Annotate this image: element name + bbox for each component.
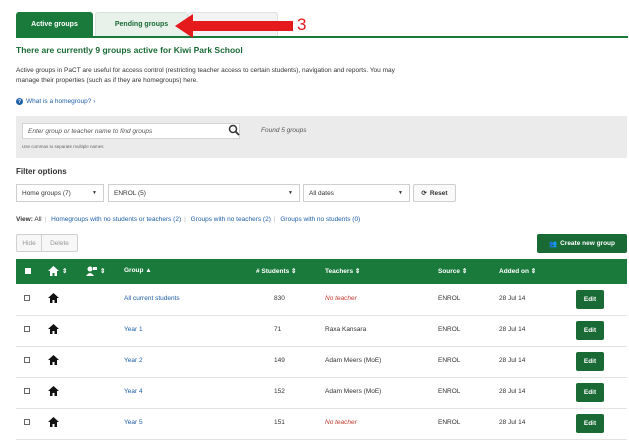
view-no-students-link[interactable]: Groups with no students (0) [280,216,360,223]
chevron-down-icon: ▼ [92,190,97,196]
search-icon[interactable] [228,124,240,136]
annotation-step-number: 3 [297,15,307,34]
home-icon [48,355,59,365]
group-column-header[interactable]: Group ▲ [124,267,152,274]
view-filter-links: View: All | Homegroups with no students o… [16,216,361,223]
student-count: 71 [274,326,282,333]
source-value: ENROL [438,326,461,333]
search-hint: Use commas to separate multiple names [22,144,104,149]
group-name-link[interactable]: Year 5 [124,419,143,426]
added-on-value: 28 Jul 14 [499,326,526,333]
home-icon [48,417,59,427]
teacher-name: Raxa Kansara [325,326,367,333]
table-row: Year 4 152 Adam Meers (MoE) ENROL 28 Jul… [16,377,627,409]
hide-button[interactable]: Hide [16,234,42,252]
select-all-checkbox[interactable] [25,268,31,274]
source-select[interactable]: ENROL (5) ▼ [108,184,300,202]
add-group-icon: 👥 [549,240,558,248]
home-icon [48,386,59,396]
source-value: ENROL (5) [114,189,146,197]
view-label: View: [16,216,33,223]
edit-button[interactable]: Edit [576,321,604,340]
row-checkbox[interactable] [24,295,30,301]
annotation-arrow-icon [175,14,293,38]
search-result-count: Found 5 groups [261,127,307,134]
group-search-input[interactable]: Enter group or teacher name to find grou… [22,123,240,139]
teacher-icon[interactable] [86,266,97,276]
reset-label: Reset [429,189,448,197]
edit-button[interactable]: Edit [576,290,604,309]
row-checkbox[interactable] [24,357,30,363]
group-type-value: Home groups (7) [22,189,71,197]
table-row: Year 2 149 Adam Meers (MoE) ENROL 28 Jul… [16,346,627,378]
date-value: All dates [309,189,334,197]
added-on-value: 28 Jul 14 [499,388,526,395]
teacher-sort-icon[interactable]: ⇕ [100,267,105,275]
teachers-column-header[interactable]: Teachers ⇕ [325,267,360,275]
group-name-link[interactable]: All current students [124,295,180,302]
source-value: ENROL [438,388,461,395]
student-count: 149 [274,357,285,364]
student-count: 152 [274,388,285,395]
table-header: ⇕ ⇕ Group ▲ # Students ⇕ Teachers ⇕ Sour… [16,259,627,284]
student-count: 151 [274,419,285,426]
home-sort-icon[interactable]: ⇕ [62,267,67,275]
source-value: ENROL [438,295,461,302]
tab-underline [16,36,628,38]
row-checkbox[interactable] [24,326,30,332]
filter-options-title: Filter options [16,167,67,176]
reset-icon: ⟳ [421,190,427,197]
reset-button[interactable]: ⟳ Reset [413,184,456,202]
create-new-group-button[interactable]: 👥 Create new group [537,234,627,253]
group-type-select[interactable]: Home groups (7) ▼ [16,184,104,202]
create-label: Create new group [560,240,615,247]
added-on-column-header[interactable]: Added on ⇕ [499,267,536,275]
source-column-header[interactable]: Source ⇕ [438,267,467,275]
delete-button[interactable]: Delete [42,234,78,252]
students-column-header[interactable]: # Students ⇕ [256,267,296,275]
teacher-name: No teacher [325,295,357,302]
question-icon: ? [16,98,23,105]
view-no-teachers-link[interactable]: Groups with no teachers (2) [191,216,271,223]
source-value: ENROL [438,419,461,426]
search-panel: Enter group or teacher name to find grou… [16,116,627,158]
date-select[interactable]: All dates ▼ [303,184,410,202]
home-icon[interactable] [48,266,59,276]
bulk-actions: Hide Delete [16,234,78,252]
chevron-down-icon: ▼ [288,190,293,196]
view-all-link[interactable]: All [34,216,41,223]
row-checkbox[interactable] [24,419,30,425]
added-on-value: 28 Jul 14 [499,419,526,426]
edit-button[interactable]: Edit [576,383,604,402]
group-name-link[interactable]: Year 2 [124,357,143,364]
edit-button[interactable]: Edit [576,414,604,433]
added-on-value: 28 Jul 14 [499,295,526,302]
view-no-students-or-teachers-link[interactable]: Homegroups with no students or teachers … [51,216,181,223]
teacher-name: No teacher [325,419,357,426]
table-row: All current students 830 No teacher ENRO… [16,284,627,316]
table-row: Year 1 71 Raxa Kansara ENROL 28 Jul 14 E… [16,315,627,347]
page-heading: There are currently 9 groups active for … [16,45,243,55]
source-value: ENROL [438,357,461,364]
table-row: Year 5 151 No teacher ENROL 28 Jul 14 Ed… [16,408,627,440]
home-icon [48,324,59,334]
group-name-link[interactable]: Year 4 [124,388,143,395]
teacher-name: Adam Meers (MoE) [325,388,382,395]
edit-button[interactable]: Edit [576,352,604,371]
student-count: 830 [274,295,285,302]
row-checkbox[interactable] [24,388,30,394]
chevron-down-icon: ▼ [398,190,403,196]
added-on-value: 28 Jul 14 [499,357,526,364]
page-description: Active groups in PaCT are useful for acc… [16,67,395,84]
home-icon [48,293,59,303]
group-name-link[interactable]: Year 1 [124,326,143,333]
help-link-text: What is a homegroup? › [26,98,96,105]
tab-active-groups[interactable]: Active groups [16,12,93,36]
teacher-name: Adam Meers (MoE) [325,357,382,364]
homegroup-help-link[interactable]: ? What is a homegroup? › [16,98,95,105]
